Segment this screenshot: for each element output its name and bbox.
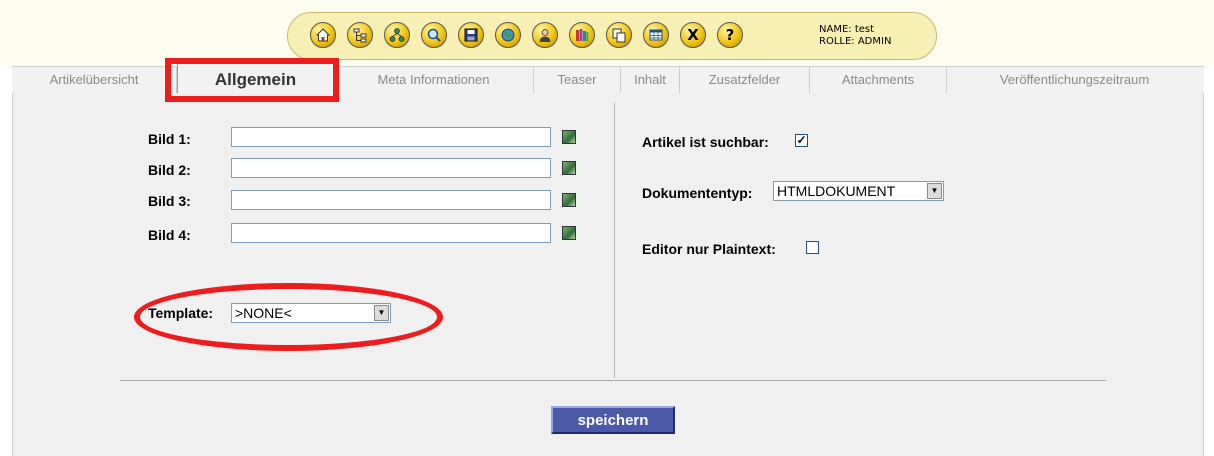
tab-zusatzfelder[interactable]: Zusatzfelder bbox=[680, 67, 810, 93]
plaintext-checkbox[interactable] bbox=[806, 241, 819, 254]
bild4-label: Bild 4: bbox=[148, 227, 191, 243]
image-picker-icon[interactable] bbox=[562, 193, 576, 207]
tab-veroeffentlichungszeitraum[interactable]: Veröffentlichungszeitraum bbox=[947, 67, 1202, 93]
content-panel bbox=[12, 93, 1204, 456]
bild3-input[interactable] bbox=[231, 190, 551, 210]
save-button[interactable]: speichern bbox=[551, 406, 675, 434]
column-divider bbox=[614, 103, 615, 378]
doctype-select[interactable]: HTMLDOKUMENT ▼ bbox=[773, 181, 944, 201]
tab-artikeluebersicht[interactable]: Artikelübersicht bbox=[12, 67, 177, 93]
searchable-label: Artikel ist suchbar: bbox=[642, 134, 769, 150]
search-icon[interactable] bbox=[421, 22, 447, 48]
template-value: >NONE< bbox=[235, 305, 292, 321]
sitemap-icon[interactable] bbox=[384, 22, 410, 48]
template-select[interactable]: >NONE< ▼ bbox=[231, 303, 391, 323]
tab-meta-informationen[interactable]: Meta Informationen bbox=[334, 67, 534, 93]
help-icon[interactable]: ? bbox=[717, 22, 743, 48]
check-mark-icon: ✓ bbox=[796, 133, 807, 147]
globe-icon[interactable] bbox=[495, 22, 521, 48]
tree-icon[interactable] bbox=[347, 22, 373, 48]
template-label: Template: bbox=[148, 305, 214, 321]
image-picker-icon[interactable] bbox=[562, 130, 576, 144]
bild1-label: Bild 1: bbox=[148, 131, 191, 147]
user-info: NAME: test ROLLE: ADMIN bbox=[819, 24, 891, 48]
bild4-input[interactable] bbox=[231, 223, 551, 243]
searchable-checkbox[interactable]: ✓ bbox=[795, 134, 808, 147]
plaintext-label: Editor nur Plaintext: bbox=[642, 241, 776, 257]
bild2-input[interactable] bbox=[231, 158, 551, 178]
doctype-value: HTMLDOKUMENT bbox=[777, 183, 896, 199]
logout-glyph: X bbox=[687, 25, 699, 44]
tab-allgemein[interactable]: Allgemein bbox=[177, 63, 334, 95]
help-glyph: ? bbox=[725, 25, 735, 44]
table-icon[interactable] bbox=[643, 22, 669, 48]
tab-inhalt[interactable]: Inhalt bbox=[621, 67, 680, 93]
bild3-label: Bild 3: bbox=[148, 193, 191, 209]
user-name: NAME: test bbox=[819, 24, 875, 35]
save-icon[interactable] bbox=[458, 22, 484, 48]
chevron-down-icon: ▼ bbox=[927, 183, 942, 199]
tab-teaser[interactable]: Teaser bbox=[534, 67, 621, 93]
form-divider bbox=[120, 380, 1106, 381]
user-icon[interactable] bbox=[532, 22, 558, 48]
chevron-down-icon: ▼ bbox=[374, 305, 389, 321]
books-icon[interactable] bbox=[569, 22, 595, 48]
doctype-label: Dokumententyp: bbox=[642, 185, 753, 201]
image-picker-icon[interactable] bbox=[562, 226, 576, 240]
tab-attachments[interactable]: Attachments bbox=[810, 67, 947, 93]
image-picker-icon[interactable] bbox=[562, 161, 576, 175]
home-icon[interactable] bbox=[310, 22, 336, 48]
bild1-input[interactable] bbox=[231, 127, 551, 147]
main-toolbar: X ? NAME: test ROLLE: ADMIN bbox=[287, 12, 937, 60]
copy-icon[interactable] bbox=[606, 22, 632, 48]
tab-bar: Artikelübersicht Allgemein Meta Informat… bbox=[12, 63, 1204, 95]
user-role: ROLLE: ADMIN bbox=[819, 36, 892, 47]
logout-icon[interactable]: X bbox=[680, 22, 706, 48]
bild2-label: Bild 2: bbox=[148, 162, 191, 178]
